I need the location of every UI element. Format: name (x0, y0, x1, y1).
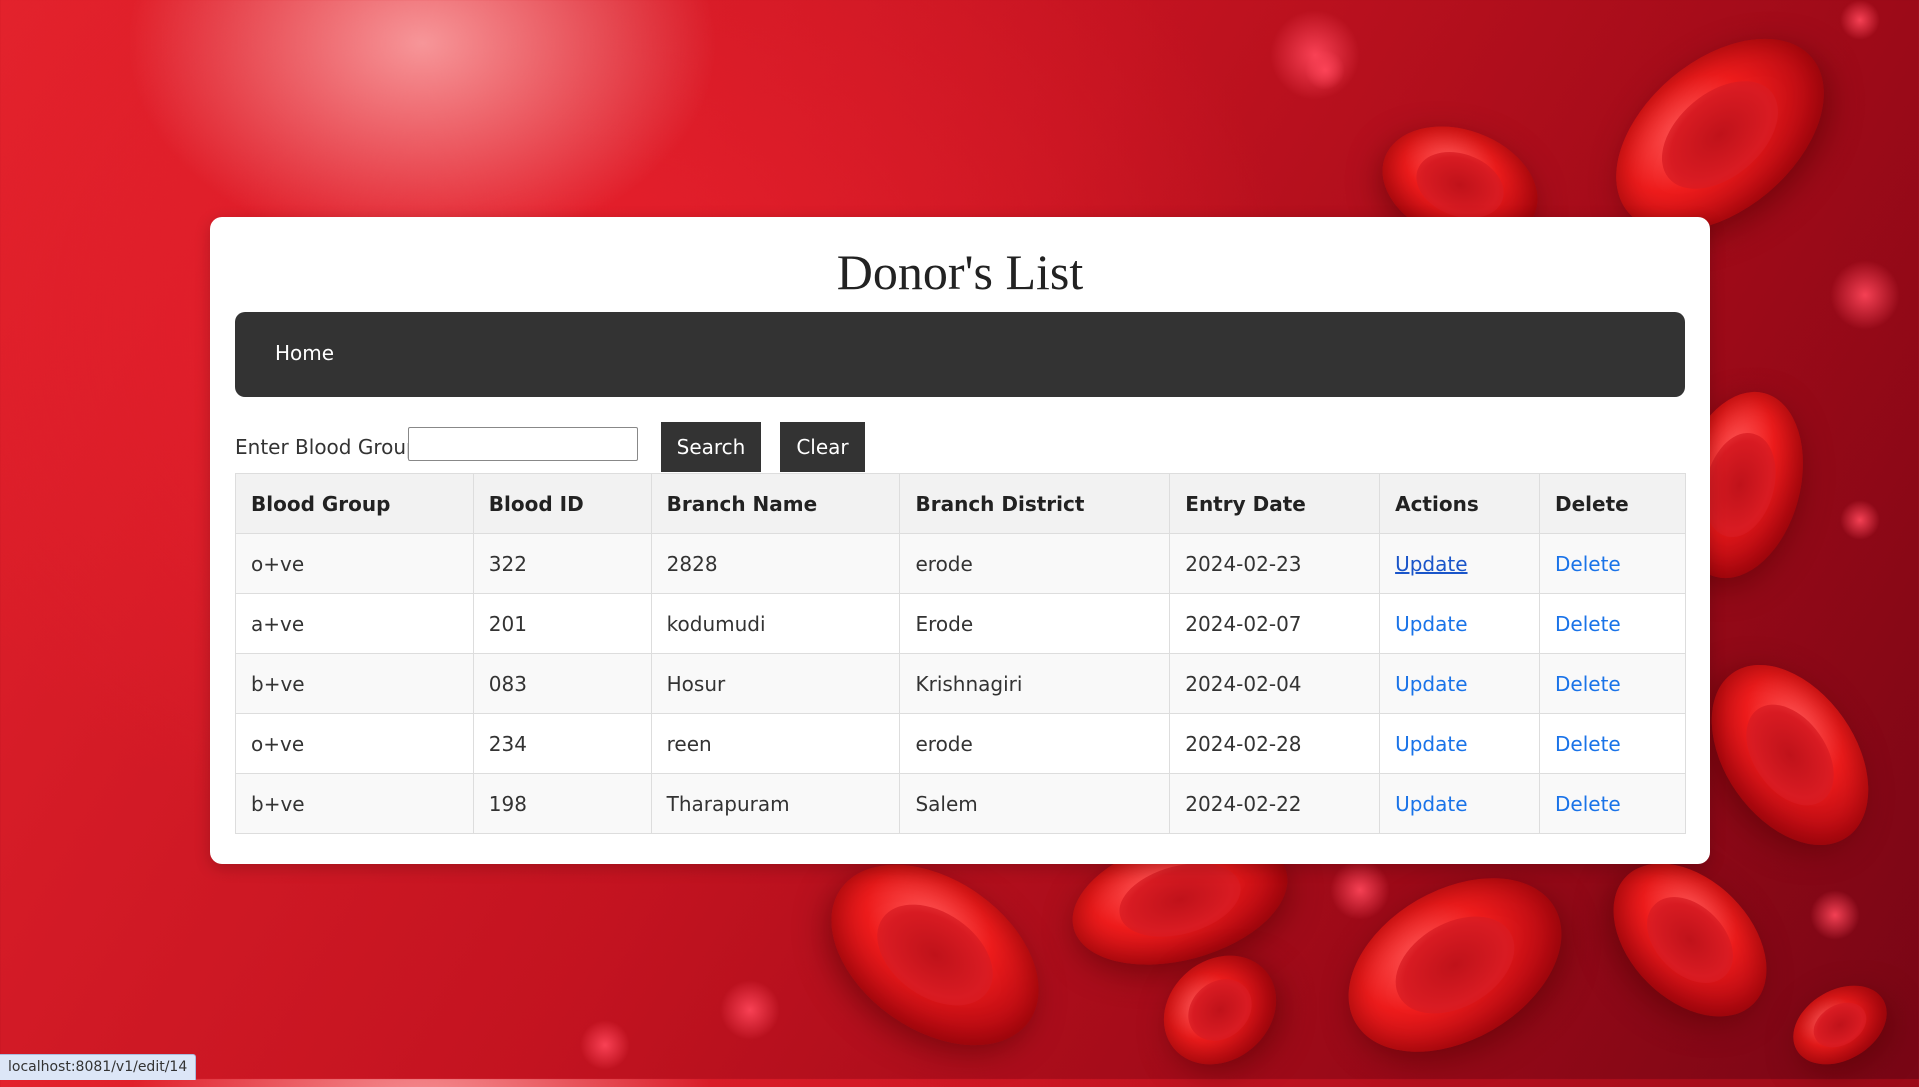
blood-group-input[interactable] (408, 427, 638, 461)
actions-cell: Update (1379, 773, 1541, 834)
table-row: a+ve 201 kodumudi Erode 2024-02-07 Updat… (235, 593, 1686, 654)
branch-name-cell: 2828 (650, 533, 901, 594)
branch-name-cell: Tharapuram (650, 773, 901, 834)
browser-status-url: localhost:8081/v1/edit/14 (0, 1054, 197, 1080)
entry-date-cell: 2024-02-28 (1169, 713, 1381, 774)
table-row: b+ve 198 Tharapuram Salem 2024-02-22 Upd… (235, 773, 1686, 834)
actions-cell: Update (1379, 653, 1541, 714)
blood-group-cell: b+ve (235, 773, 474, 834)
blood-id-cell: 234 (472, 713, 652, 774)
update-link[interactable]: Update (1395, 792, 1467, 816)
entry-date-cell: 2024-02-04 (1169, 653, 1381, 714)
delete-link[interactable]: Delete (1555, 612, 1621, 636)
delete-link[interactable]: Delete (1555, 732, 1621, 756)
table-header-row: Blood Group Blood ID Branch Name Branch … (235, 473, 1686, 534)
update-link[interactable]: Update (1395, 732, 1467, 756)
branch-district-cell: erode (899, 713, 1171, 774)
update-link[interactable]: Update (1395, 672, 1467, 696)
delete-link[interactable]: Delete (1555, 552, 1621, 576)
navbar: Home (235, 312, 1685, 397)
delete-link[interactable]: Delete (1555, 792, 1621, 816)
branch-name-cell: Hosur (650, 653, 901, 714)
blood-id-cell: 201 (472, 593, 652, 654)
delete-link[interactable]: Delete (1555, 672, 1621, 696)
table-row: o+ve 234 reen erode 2024-02-28 Update De… (235, 713, 1686, 774)
delete-cell: Delete (1539, 653, 1686, 714)
branch-name-cell: kodumudi (650, 593, 901, 654)
column-header-branch-district: Branch District (899, 473, 1171, 534)
page-title: Donor's List (836, 244, 1084, 300)
blood-group-cell: b+ve (235, 653, 474, 714)
donor-list-card: Donor's List Home Enter Blood Group: Sea… (210, 217, 1710, 864)
branch-district-cell: erode (899, 533, 1171, 594)
clear-button[interactable]: Clear (780, 422, 865, 472)
branch-district-cell: Erode (899, 593, 1171, 654)
donor-table: Blood Group Blood ID Branch Name Branch … (235, 473, 1686, 834)
delete-cell: Delete (1539, 713, 1686, 774)
column-header-actions: Actions (1379, 473, 1541, 534)
delete-cell: Delete (1539, 593, 1686, 654)
delete-cell: Delete (1539, 533, 1686, 594)
column-header-blood-group: Blood Group (235, 473, 474, 534)
entry-date-cell: 2024-02-23 (1169, 533, 1381, 594)
search-form: Enter Blood Group: Search Clear (235, 422, 1035, 472)
table-row: o+ve 322 2828 erode 2024-02-23 Update De… (235, 533, 1686, 594)
blood-group-cell: o+ve (235, 533, 474, 594)
actions-cell: Update (1379, 593, 1541, 654)
branch-name-cell: reen (650, 713, 901, 774)
table-row: b+ve 083 Hosur Krishnagiri 2024-02-04 Up… (235, 653, 1686, 714)
column-header-blood-id: Blood ID (472, 473, 652, 534)
delete-cell: Delete (1539, 773, 1686, 834)
branch-district-cell: Salem (899, 773, 1171, 834)
blood-id-cell: 083 (472, 653, 652, 714)
entry-date-cell: 2024-02-22 (1169, 773, 1381, 834)
update-link[interactable]: Update (1395, 552, 1467, 576)
blood-group-cell: a+ve (235, 593, 474, 654)
nav-home-link[interactable]: Home (275, 341, 334, 365)
column-header-delete: Delete (1539, 473, 1686, 534)
update-link[interactable]: Update (1395, 612, 1467, 636)
blood-group-cell: o+ve (235, 713, 474, 774)
column-header-branch-name: Branch Name (650, 473, 901, 534)
actions-cell: Update (1379, 533, 1541, 594)
search-button[interactable]: Search (661, 422, 761, 472)
actions-cell: Update (1379, 713, 1541, 774)
branch-district-cell: Krishnagiri (899, 653, 1171, 714)
column-header-entry-date: Entry Date (1169, 473, 1381, 534)
entry-date-cell: 2024-02-07 (1169, 593, 1381, 654)
blood-id-cell: 198 (472, 773, 652, 834)
blood-id-cell: 322 (472, 533, 652, 594)
blood-group-label: Enter Blood Group: (235, 435, 426, 459)
